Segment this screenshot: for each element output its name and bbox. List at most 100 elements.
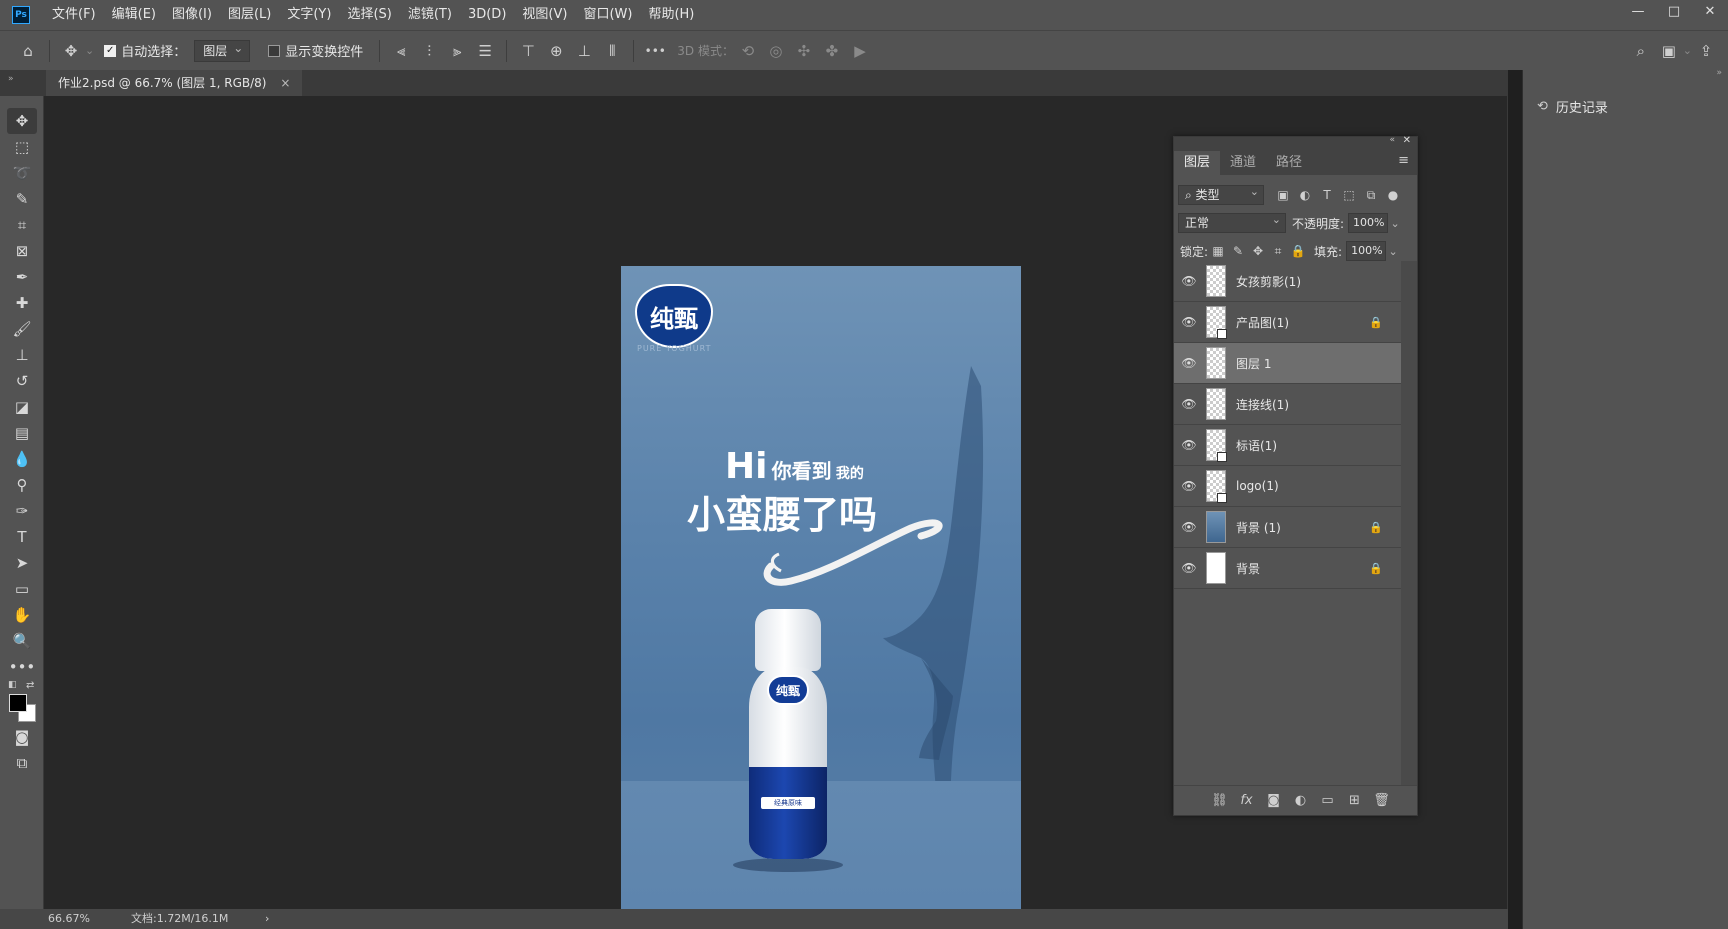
filter-shape-icon[interactable]: ⬚ [1338, 188, 1360, 202]
align-vcenter-icon[interactable]: ⊕ [542, 37, 570, 65]
menu-type[interactable]: 文字(Y) [279, 0, 339, 30]
tab-channels[interactable]: 通道 [1220, 151, 1266, 175]
auto-select-checkbox[interactable]: ✓ [104, 44, 117, 57]
visibility-eye-icon[interactable]: 👁 [1174, 479, 1204, 493]
filter-adjustment-icon[interactable]: ◐ [1294, 188, 1316, 202]
move-tool-preset-icon[interactable]: ✥ [57, 37, 85, 65]
more-options-icon[interactable]: ••• [641, 37, 669, 65]
menu-file[interactable]: 文件(F) [44, 0, 104, 30]
home-icon[interactable]: ⌂ [14, 37, 42, 65]
delete-layer-icon[interactable]: 🗑 [1368, 793, 1395, 808]
quick-mask-icon[interactable]: ◙ [7, 724, 37, 750]
layer-row[interactable]: 👁 标语(1) [1174, 425, 1401, 466]
maximize-button[interactable]: □ [1656, 0, 1692, 22]
blur-tool-icon[interactable]: 💧 [7, 446, 37, 472]
layer-name[interactable]: 背景 (1) [1236, 519, 1281, 536]
path-select-tool-icon[interactable]: ➤ [7, 550, 37, 576]
menu-filter[interactable]: 滤镜(T) [400, 0, 460, 30]
new-group-icon[interactable]: ▭ [1314, 793, 1341, 808]
filter-smart-object-icon[interactable]: ⧉ [1360, 188, 1382, 203]
align-top-icon[interactable]: ⊤ [514, 37, 542, 65]
chevron-down-icon[interactable]: ⌄ [1388, 217, 1402, 230]
tab-paths[interactable]: 路径 [1266, 151, 1312, 175]
screen-mode-icon[interactable]: ⧉ [7, 750, 37, 776]
visibility-eye-icon[interactable]: 👁 [1174, 561, 1204, 575]
layer-row[interactable]: 👁 连接线(1) [1174, 384, 1401, 425]
layer-thumbnail[interactable] [1206, 306, 1227, 339]
distribute-horizontal-icon[interactable]: ⦀ [598, 37, 626, 65]
3d-slide-icon[interactable]: ✤ [818, 37, 846, 65]
tab-layers[interactable]: 图层 [1174, 151, 1221, 175]
visibility-eye-icon[interactable]: 👁 [1174, 274, 1204, 288]
lock-all-icon[interactable]: 🔒 [1288, 244, 1308, 258]
layer-row[interactable]: 👁 背景 (1) 🔒 [1174, 507, 1401, 548]
collapse-dock-icon[interactable]: » [1716, 68, 1722, 78]
type-tool-icon[interactable]: T [7, 524, 37, 550]
filter-pixel-icon[interactable]: ▣ [1272, 188, 1294, 202]
visibility-eye-icon[interactable]: 👁 [1174, 520, 1204, 534]
layer-thumbnail[interactable] [1206, 511, 1226, 543]
3d-orbit-icon[interactable]: ⟲ [734, 37, 762, 65]
crop-tool-icon[interactable]: ⌗ [7, 212, 37, 238]
show-transform-checkbox[interactable] [268, 44, 281, 57]
lock-artboard-icon[interactable]: ⌗ [1268, 244, 1288, 259]
layer-list-scrollbar[interactable] [1401, 261, 1417, 793]
menu-layer[interactable]: 图层(L) [220, 0, 279, 30]
menu-view[interactable]: 视图(V) [514, 0, 575, 30]
3d-camera-icon[interactable]: ▶ [846, 37, 874, 65]
3d-drag-icon[interactable]: ✣ [790, 37, 818, 65]
align-bottom-icon[interactable]: ⊥ [570, 37, 598, 65]
align-right-icon[interactable]: ⫸ [443, 37, 471, 65]
default-colors-icon[interactable]: ◧ [8, 680, 17, 690]
visibility-eye-icon[interactable]: 👁 [1174, 356, 1204, 370]
menu-3d[interactable]: 3D(D) [460, 0, 514, 30]
layer-name[interactable]: logo(1) [1236, 479, 1279, 493]
layer-thumbnail[interactable] [1206, 388, 1226, 420]
status-menu-arrow[interactable]: › [265, 909, 269, 929]
menu-select[interactable]: 选择(S) [339, 0, 399, 30]
layer-name[interactable]: 图层 1 [1236, 355, 1271, 372]
history-panel-button[interactable]: ⟲ 历史记录 [1537, 96, 1608, 116]
layer-row[interactable]: 👁 logo(1) [1174, 466, 1401, 507]
gradient-tool-icon[interactable]: ▤ [7, 420, 37, 446]
chevron-down-icon[interactable]: ⌄ [1683, 44, 1692, 57]
close-tab-icon[interactable]: × [280, 76, 290, 90]
clone-stamp-tool-icon[interactable]: ⊥ [7, 342, 37, 368]
layer-row[interactable]: 👁 女孩剪影(1) [1174, 261, 1401, 302]
visibility-eye-icon[interactable]: 👁 [1174, 315, 1204, 329]
menu-image[interactable]: 图像(I) [164, 0, 220, 30]
lock-transparent-icon[interactable]: ▦ [1208, 244, 1228, 258]
collapse-panel-icon[interactable]: « [1389, 135, 1395, 145]
close-panel-icon[interactable]: ✕ [1403, 135, 1411, 146]
collapse-toolbox-icon[interactable]: » [8, 74, 14, 84]
menu-help[interactable]: 帮助(H) [640, 0, 702, 30]
align-hcenter-icon[interactable]: ⫶ [415, 37, 443, 65]
align-left-icon[interactable]: ⫷ [387, 37, 415, 65]
layer-thumbnail[interactable] [1206, 347, 1226, 379]
layer-row[interactable]: 👁 产品图(1) 🔒 [1174, 302, 1401, 343]
blend-mode-dropdown[interactable]: 正常 [1178, 211, 1286, 233]
marquee-tool-icon[interactable]: ⬚ [7, 134, 37, 160]
lock-position-icon[interactable]: ✥ [1248, 244, 1268, 258]
frame-tool-icon[interactable]: ⊠ [7, 238, 37, 264]
move-tool-icon[interactable]: ✥ [7, 108, 37, 134]
link-layers-icon[interactable]: ⛓ [1206, 793, 1233, 808]
layer-row[interactable]: 👁 背景 🔒 [1174, 548, 1401, 589]
opacity-input[interactable]: 100% [1348, 213, 1389, 233]
eyedropper-tool-icon[interactable]: ✒ [7, 264, 37, 290]
filter-kind-dropdown[interactable]: ⌕ 类型 [1178, 183, 1264, 205]
adjustment-layer-icon[interactable]: ◐ [1287, 793, 1314, 808]
dodge-tool-icon[interactable]: ⚲ [7, 472, 37, 498]
layer-name[interactable]: 连接线(1) [1236, 396, 1289, 413]
menu-edit[interactable]: 编辑(E) [104, 0, 164, 30]
fill-input[interactable]: 100% [1346, 241, 1387, 261]
layer-name[interactable]: 标语(1) [1236, 437, 1277, 454]
rectangle-tool-icon[interactable]: ▭ [7, 576, 37, 602]
edit-toolbar-icon[interactable]: ••• [7, 654, 37, 680]
chevron-down-icon[interactable]: ⌄ [85, 44, 94, 57]
eraser-tool-icon[interactable]: ◪ [7, 394, 37, 420]
healing-brush-tool-icon[interactable]: ✚ [7, 290, 37, 316]
layer-name[interactable]: 背景 [1236, 560, 1260, 577]
layer-thumbnail[interactable] [1206, 470, 1227, 503]
3d-roll-icon[interactable]: ◎ [762, 37, 790, 65]
